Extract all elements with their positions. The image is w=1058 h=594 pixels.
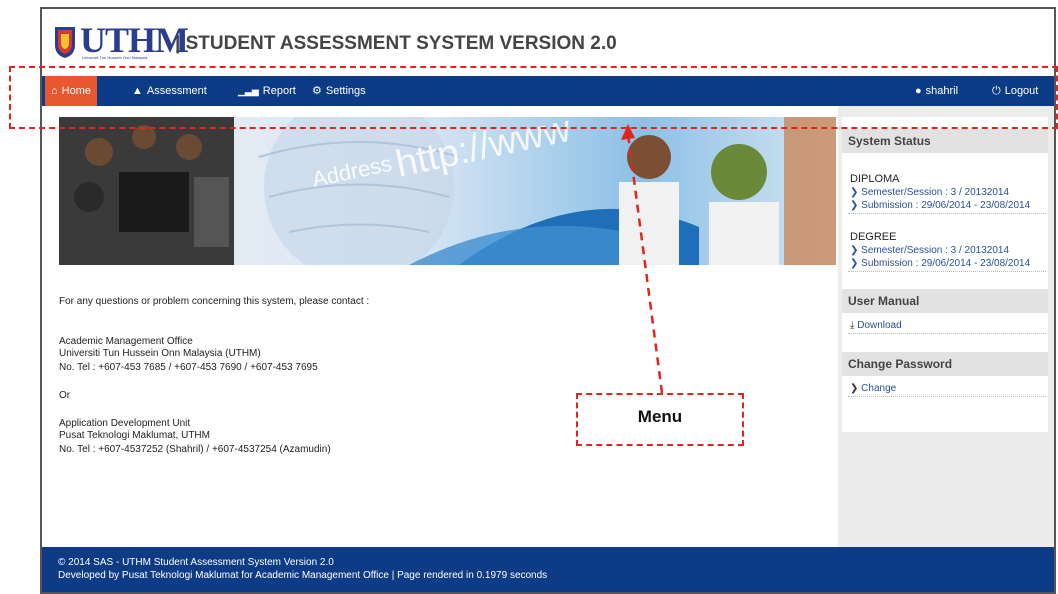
chevron-right-icon: ❯ [850,200,862,211]
office2-name: Application Development Unit [59,418,191,429]
office2-org: Pusat Teknologi Maklumat, UTHM [59,430,210,441]
chevron-right-icon: ❯ [850,383,862,394]
download-label: Download [857,320,902,331]
change-password-title: Change Password [842,352,1048,376]
footer-copyright: © 2014 SAS - UTHM Student Assessment Sys… [58,557,334,568]
uthm-shield-icon [55,27,75,58]
diploma-submission-link[interactable]: ❯ Submission : 29/06/2014 - 23/08/2014 [850,200,1030,211]
contact-intro: For any questions or problem concerning … [59,296,370,307]
diploma-semester-link[interactable]: ❯ Semester/Session : 3 / 20132014 [850,187,1009,198]
user-manual-title: User Manual [842,289,1048,313]
callout-arrow [621,124,664,394]
footer-credit: Developed by Pusat Teknologi Maklumat fo… [58,570,548,581]
degree-semester-link[interactable]: ❯ Semester/Session : 3 / 20132014 [850,245,1009,256]
logo-subtitle: Universiti Tun Hussein Onn Malaysia [82,55,148,60]
banner-image: Address http://www [59,117,836,265]
page-title: | STUDENT ASSESSMENT SYSTEM VERSION 2.0 [175,33,617,54]
menu-highlight-box [9,66,1058,129]
office1-tel: No. Tel : +607-453 7685 / +607-453 7690 … [59,362,318,373]
office1-org: Universiti Tun Hussein Onn Malaysia (UTH… [59,348,261,359]
degree-label: DEGREE [850,231,897,243]
divider [848,396,1046,397]
degree-semester-text: Semester/Session : 3 / 20132014 [861,245,1010,256]
diploma-submission-text: Submission : 29/06/2014 - 23/08/2014 [861,200,1031,211]
change-password-link[interactable]: ❯ Change [850,383,896,394]
divider [848,271,1046,272]
download-link[interactable]: ⤓ Download [850,320,902,331]
diploma-label: DIPLOMA [850,173,900,185]
logo-text: UTHM [80,20,189,60]
contact-or: Or [59,390,71,401]
divider [848,213,1046,214]
office2-tel: No. Tel : +607-4537252 (Shahril) / +607-… [59,444,331,455]
divider [848,333,1046,334]
chevron-right-icon: ❯ [850,258,862,269]
menu-callout-label: Menu [637,407,683,426]
chevron-right-icon: ❯ [850,187,862,198]
change-password-label: Change [861,383,897,394]
degree-submission-link[interactable]: ❯ Submission : 29/06/2014 - 23/08/2014 [850,258,1030,269]
degree-submission-text: Submission : 29/06/2014 - 23/08/2014 [861,258,1031,269]
office1-name: Academic Management Office [59,336,193,347]
diploma-semester-text: Semester/Session : 3 / 20132014 [861,187,1010,198]
system-status-title: System Status [842,129,1048,153]
chevron-right-icon: ❯ [850,245,862,256]
